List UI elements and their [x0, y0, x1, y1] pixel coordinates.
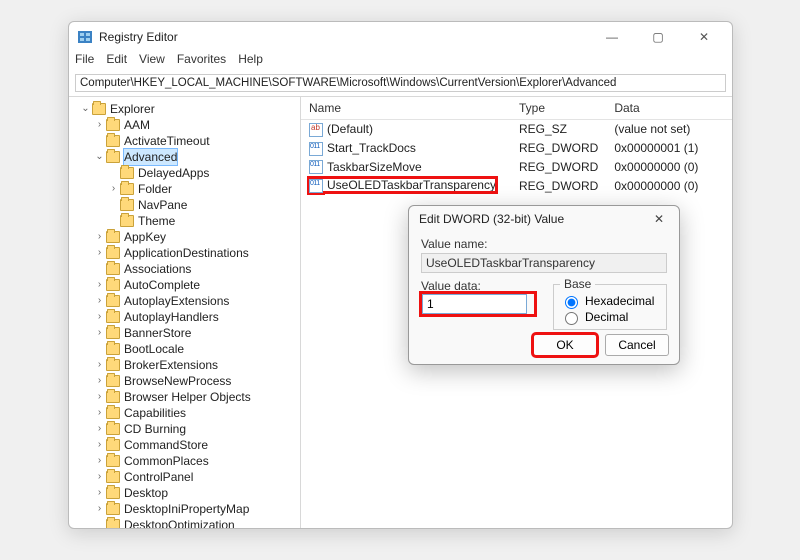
tree-item[interactable]: BootLocale — [81, 341, 300, 357]
window-title: Registry Editor — [99, 30, 598, 44]
tree-item[interactable]: ›AutoplayHandlers — [81, 309, 300, 325]
tree-item[interactable]: ›CommandStore — [81, 437, 300, 453]
dword-icon — [309, 179, 323, 193]
tree-item[interactable]: ›BannerStore — [81, 325, 300, 341]
value-row[interactable]: TaskbarSizeMoveREG_DWORD0x00000000 (0) — [301, 158, 732, 177]
col-type[interactable]: Type — [511, 97, 606, 120]
tree-item[interactable]: ›AutoComplete — [81, 277, 300, 293]
base-legend: Base — [560, 277, 595, 291]
dialog-close-button[interactable]: ✕ — [649, 212, 669, 226]
tree-item[interactable]: ActivateTimeout — [81, 133, 300, 149]
tree-item[interactable]: ›ControlPanel — [81, 469, 300, 485]
ok-button[interactable]: OK — [533, 334, 597, 356]
menu-help[interactable]: Help — [238, 52, 263, 72]
menu-view[interactable]: View — [139, 52, 165, 72]
value-row[interactable]: Start_TrackDocsREG_DWORD0x00000001 (1) — [301, 139, 732, 158]
col-name[interactable]: Name — [301, 97, 511, 120]
radio-dec-label: Decimal — [585, 310, 628, 324]
tree-item[interactable]: NavPane — [81, 197, 300, 213]
tree-item[interactable]: ›CD Burning — [81, 421, 300, 437]
tree-item[interactable]: ›DesktopIniPropertyMap — [81, 501, 300, 517]
tree-item[interactable]: ›BrokerExtensions — [81, 357, 300, 373]
tree-item[interactable]: ›AppKey — [81, 229, 300, 245]
menu-favorites[interactable]: Favorites — [177, 52, 226, 72]
value-data-input[interactable] — [422, 294, 527, 314]
tree-item[interactable]: ›Browser Helper Objects — [81, 389, 300, 405]
close-button[interactable]: ✕ — [690, 30, 718, 44]
tree-item[interactable]: DesktopOptimization — [81, 517, 300, 528]
tree-item[interactable]: ›Capabilities — [81, 405, 300, 421]
edit-dword-dialog: Edit DWORD (32-bit) Value ✕ Value name: … — [408, 205, 680, 365]
tree-item[interactable]: ›Folder — [81, 181, 300, 197]
value-data-label: Value data: — [421, 279, 535, 293]
tree-item[interactable]: ›Desktop — [81, 485, 300, 501]
tree-item[interactable]: ›AAM — [81, 117, 300, 133]
address-bar[interactable]: Computer\HKEY_LOCAL_MACHINE\SOFTWARE\Mic… — [75, 74, 726, 92]
value-row[interactable]: (Default)REG_SZ(value not set) — [301, 120, 732, 139]
tree-item[interactable]: ⌄Advanced — [81, 149, 300, 165]
tree-item[interactable]: ›BrowseNewProcess — [81, 373, 300, 389]
tree-item[interactable]: ›ApplicationDestinations — [81, 245, 300, 261]
tree-item[interactable]: Theme — [81, 213, 300, 229]
tree-item[interactable]: ›CommonPlaces — [81, 453, 300, 469]
value-name-field: UseOLEDTaskbarTransparency — [421, 253, 667, 273]
base-fieldset: Base Hexadecimal Decimal — [553, 277, 667, 330]
tree-item[interactable]: ⌄Explorer — [81, 101, 300, 117]
menu-edit[interactable]: Edit — [106, 52, 127, 72]
titlebar: Registry Editor — ▢ ✕ — [69, 22, 732, 52]
minimize-button[interactable]: — — [598, 30, 626, 44]
tree-item[interactable]: Associations — [81, 261, 300, 277]
tree-item[interactable]: ›AutoplayExtensions — [81, 293, 300, 309]
value-row[interactable]: UseOLEDTaskbarTransparencyREG_DWORD0x000… — [301, 176, 732, 195]
string-icon — [309, 123, 323, 137]
value-name-label: Value name: — [421, 237, 667, 251]
dword-icon — [309, 142, 323, 156]
menubar: File Edit View Favorites Help — [69, 52, 732, 72]
tree-pane[interactable]: ⌄Explorer›AAMActivateTimeout⌄AdvancedDel… — [69, 97, 301, 528]
radio-dec[interactable] — [565, 312, 578, 325]
radio-hex[interactable] — [565, 296, 578, 309]
col-data[interactable]: Data — [606, 97, 732, 120]
app-icon — [77, 29, 93, 45]
cancel-button[interactable]: Cancel — [605, 334, 669, 356]
dword-icon — [309, 160, 323, 174]
dialog-title: Edit DWORD (32-bit) Value — [419, 212, 649, 226]
menu-file[interactable]: File — [75, 52, 94, 72]
radio-hex-label: Hexadecimal — [585, 294, 654, 308]
maximize-button[interactable]: ▢ — [644, 30, 672, 44]
tree-item[interactable]: DelayedApps — [81, 165, 300, 181]
